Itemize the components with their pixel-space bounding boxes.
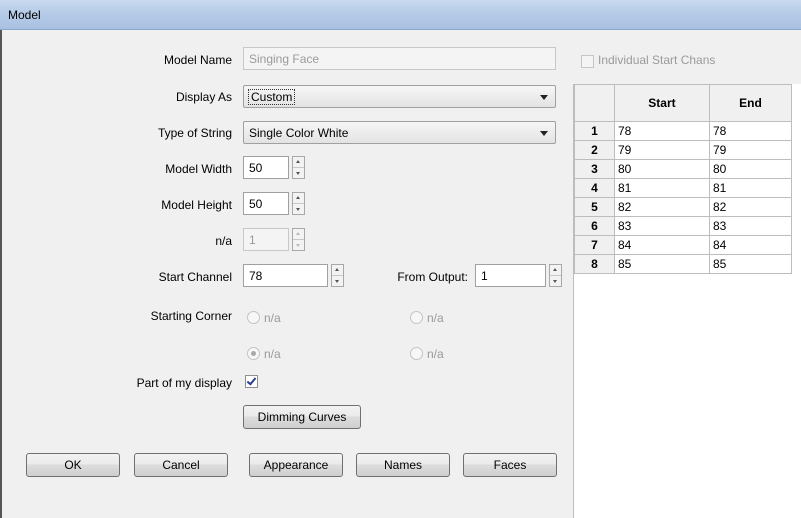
window-title: Model <box>8 8 41 22</box>
chevron-down-icon <box>540 131 548 136</box>
spin-down-icon[interactable] <box>293 204 304 214</box>
row-number: 1 <box>574 121 615 141</box>
display-as-label: Display As <box>175 90 232 104</box>
model-name-label: Model Name <box>163 53 232 67</box>
radio-label: n/a <box>427 347 444 361</box>
display-as-value: Custom <box>247 89 296 105</box>
table-row[interactable]: 8 85 85 <box>574 254 793 274</box>
from-output-label: From Output: <box>397 270 468 284</box>
table-row[interactable]: 5 82 82 <box>574 197 793 217</box>
model-width-spinner[interactable] <box>292 156 305 179</box>
spin-down-icon[interactable] <box>332 276 343 286</box>
left-edge <box>0 30 2 518</box>
end-cell[interactable]: 85 <box>708 254 793 274</box>
part-of-display-label: Part of my display <box>136 376 232 390</box>
model-width-label: Model Width <box>165 162 232 176</box>
ok-button[interactable]: OK <box>26 453 120 477</box>
model-height-input[interactable]: 50 <box>243 192 289 215</box>
row-number: 8 <box>574 254 615 274</box>
dimming-curves-button[interactable]: Dimming Curves <box>243 405 361 429</box>
table-row[interactable]: 2 79 79 <box>574 140 793 160</box>
row-number: 4 <box>574 178 615 198</box>
radio-circle-icon <box>410 347 423 360</box>
end-cell[interactable]: 83 <box>708 216 793 236</box>
start-cell[interactable]: 80 <box>614 159 710 179</box>
row-number: 5 <box>574 197 615 217</box>
table-row[interactable]: 6 83 83 <box>574 216 793 236</box>
na-spinner[interactable] <box>292 228 305 251</box>
end-column-header[interactable]: End <box>708 84 793 122</box>
radio-label: n/a <box>264 311 281 325</box>
spin-up-icon[interactable] <box>293 157 304 168</box>
appearance-button[interactable]: Appearance <box>249 453 343 477</box>
end-cell[interactable]: 81 <box>708 178 793 198</box>
row-number: 2 <box>574 140 615 160</box>
individual-start-chans-label: Individual Start Chans <box>598 53 716 67</box>
radio-circle-icon <box>247 311 260 324</box>
start-cell[interactable]: 83 <box>614 216 710 236</box>
start-cell[interactable]: 81 <box>614 178 710 198</box>
radio-label: n/a <box>264 347 281 361</box>
channel-grid: Start End 1 78 78 2 79 79 3 80 80 4 81 81 5 82 82 6 83 83… <box>573 84 801 518</box>
start-cell[interactable]: 82 <box>614 197 710 217</box>
type-of-string-value: Single Color White <box>249 126 349 140</box>
end-cell[interactable]: 84 <box>708 235 793 255</box>
part-of-display-checkbox[interactable] <box>245 375 258 388</box>
from-output-input[interactable]: 1 <box>475 264 546 287</box>
end-cell[interactable]: 78 <box>708 121 793 141</box>
names-button[interactable]: Names <box>356 453 450 477</box>
table-row[interactable]: 3 80 80 <box>574 159 793 179</box>
individual-start-chans-checkbox[interactable] <box>581 55 594 68</box>
row-number: 7 <box>574 235 615 255</box>
type-of-string-label: Type of String <box>157 126 232 140</box>
spin-down-icon[interactable] <box>293 240 304 250</box>
chevron-down-icon <box>540 95 548 100</box>
spin-down-icon[interactable] <box>293 168 304 178</box>
table-row[interactable]: 7 84 84 <box>574 235 793 255</box>
end-cell[interactable]: 80 <box>708 159 793 179</box>
radio-selected-icon <box>247 347 260 360</box>
grid-corner <box>574 84 615 122</box>
title-bar: Model <box>0 0 801 30</box>
spin-up-icon[interactable] <box>550 265 561 276</box>
spin-down-icon[interactable] <box>550 276 561 286</box>
checkmark-icon <box>246 375 257 386</box>
channel-table: Start End 1 78 78 2 79 79 3 80 80 4 81 81 5 82 82 6 83 83… <box>574 84 793 274</box>
na-input[interactable]: 1 <box>243 228 289 251</box>
spin-up-icon[interactable] <box>293 193 304 204</box>
start-channel-input[interactable]: 78 <box>243 264 328 287</box>
from-output-spinner[interactable] <box>549 264 562 287</box>
row-number: 3 <box>574 159 615 179</box>
start-cell[interactable]: 85 <box>614 254 710 274</box>
faces-button[interactable]: Faces <box>463 453 557 477</box>
start-cell[interactable]: 79 <box>614 140 710 160</box>
spin-up-icon[interactable] <box>332 265 343 276</box>
model-height-spinner[interactable] <box>292 192 305 215</box>
table-row[interactable]: 1 78 78 <box>574 121 793 141</box>
channel-table-body: 1 78 78 2 79 79 3 80 80 4 81 81 5 82 82 6 83 83 7 84 84 8 85 85 <box>574 121 793 274</box>
end-cell[interactable]: 79 <box>708 140 793 160</box>
radio-circle-icon <box>410 311 423 324</box>
start-channel-label: Start Channel <box>158 270 232 284</box>
table-row[interactable]: 4 81 81 <box>574 178 793 198</box>
spin-up-icon[interactable] <box>293 229 304 240</box>
radio-label: n/a <box>427 311 444 325</box>
type-of-string-select[interactable]: Single Color White <box>243 121 556 144</box>
row-number: 6 <box>574 216 615 236</box>
end-cell[interactable]: 82 <box>708 197 793 217</box>
start-channel-spinner[interactable] <box>331 264 344 287</box>
model-height-label: Model Height <box>161 198 232 212</box>
starting-corner-label: Starting Corner <box>150 309 232 323</box>
cancel-button[interactable]: Cancel <box>134 453 228 477</box>
na-label: n/a <box>215 234 232 248</box>
start-column-header[interactable]: Start <box>614 84 710 122</box>
channel-table-header-row: Start End <box>574 84 793 122</box>
display-as-select[interactable]: Custom <box>243 85 556 108</box>
model-width-input[interactable]: 50 <box>243 156 289 179</box>
start-cell[interactable]: 78 <box>614 121 710 141</box>
model-name-field[interactable]: Singing Face <box>243 47 556 70</box>
start-cell[interactable]: 84 <box>614 235 710 255</box>
